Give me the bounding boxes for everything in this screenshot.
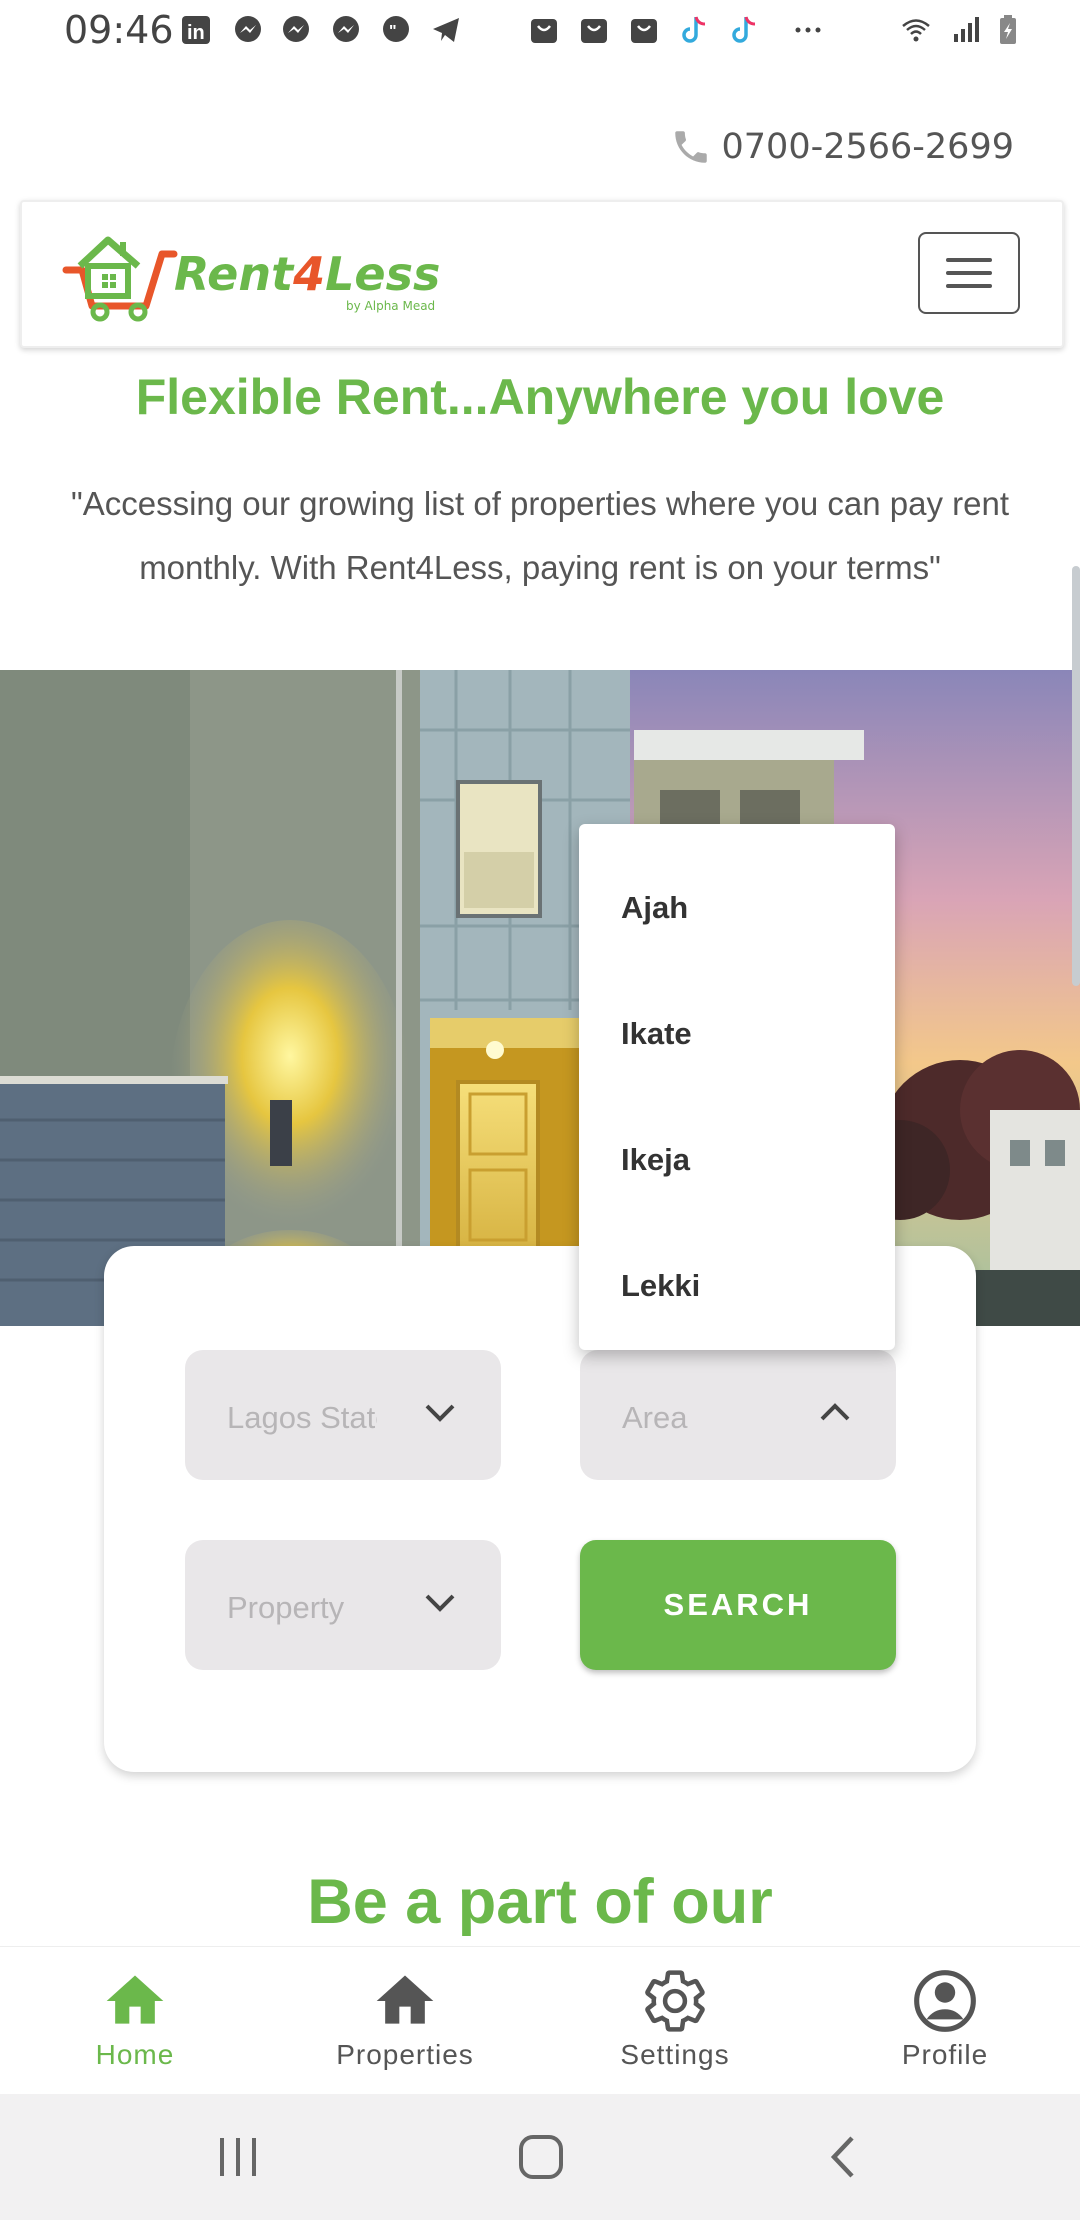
menu-button[interactable] xyxy=(918,232,1020,314)
shop-icon xyxy=(531,19,557,43)
telegram-icon xyxy=(433,18,459,42)
search-button[interactable]: SEARCH xyxy=(580,1540,896,1670)
logo-subtitle: by Alpha Mead xyxy=(346,299,435,313)
signal-icon xyxy=(954,17,979,42)
recent-apps-icon[interactable] xyxy=(216,2134,260,2180)
hero-house-image xyxy=(0,670,1080,1326)
area-dropdown-menu: Ajah Ikate Ikeja Lekki xyxy=(579,824,895,1350)
account-circle-icon xyxy=(914,1970,976,2032)
rent4less-logo[interactable]: Rent4Less by Alpha Mead xyxy=(62,226,482,322)
system-navigation-bar xyxy=(0,2094,1080,2220)
nav-label-properties: Properties xyxy=(336,2039,474,2070)
bottom-navigation: Home Properties Settings Profile xyxy=(0,1946,1080,2095)
chat-icon: " xyxy=(383,16,409,42)
state-select[interactable]: Lagos State xyxy=(185,1350,501,1480)
property-select[interactable]: Property xyxy=(185,1540,501,1670)
home-button-icon[interactable] xyxy=(518,2134,564,2180)
phone-icon xyxy=(674,131,707,163)
shop-icon xyxy=(581,19,607,43)
nav-item-properties[interactable]: Properties xyxy=(270,1947,540,2095)
contact-phone[interactable]: 0700-2566-2699 xyxy=(670,126,1014,168)
gear-icon xyxy=(645,1970,705,2032)
tiktok-icon xyxy=(682,16,706,43)
hamburger-line xyxy=(946,271,992,275)
nav-item-home[interactable]: Home xyxy=(0,1947,270,2095)
home-icon xyxy=(106,1975,164,2024)
nav-item-settings[interactable]: Settings xyxy=(540,1947,810,2095)
state-select-value: Lagos State xyxy=(227,1400,377,1435)
section-heading: Be a part of our xyxy=(307,1867,773,1937)
area-option-ikate[interactable]: Ikate xyxy=(621,1016,692,1052)
messenger-icon xyxy=(333,16,359,42)
shop-icon xyxy=(631,19,657,43)
chevron-down-icon xyxy=(425,1404,455,1422)
phone-number: 0700-2566-2699 xyxy=(721,127,1014,167)
more-icon xyxy=(795,27,821,33)
top-navbar: Rent4Less by Alpha Mead xyxy=(20,200,1064,348)
home-icon xyxy=(376,1975,434,2024)
nav-label-home: Home xyxy=(95,2039,175,2070)
linkedin-icon: in xyxy=(182,16,210,44)
wifi-icon xyxy=(902,19,930,42)
hamburger-line xyxy=(946,284,992,288)
chevron-down-icon xyxy=(425,1594,455,1612)
nav-label-settings: Settings xyxy=(620,2039,730,2070)
status-time: 09:46 xyxy=(64,8,174,52)
page-scrollbar[interactable] xyxy=(1072,566,1080,986)
messenger-icon xyxy=(235,16,261,42)
svg-text:": " xyxy=(389,23,397,40)
back-icon[interactable] xyxy=(826,2134,860,2180)
nav-item-profile[interactable]: Profile xyxy=(810,1947,1080,2095)
messenger-icon xyxy=(283,16,309,42)
tiktok-icon xyxy=(732,16,756,43)
svg-text:in: in xyxy=(187,22,205,44)
area-select-value: Area xyxy=(622,1400,688,1435)
area-select[interactable]: Area xyxy=(580,1350,896,1480)
nav-label-profile: Profile xyxy=(901,2039,989,2070)
battery-icon xyxy=(1000,15,1016,44)
hamburger-line xyxy=(946,258,992,262)
property-select-value: Property xyxy=(227,1590,345,1625)
status-bar: 09:46 in " xyxy=(0,0,1080,64)
chevron-up-icon xyxy=(820,1403,850,1421)
area-option-ajah[interactable]: Ajah xyxy=(621,890,688,926)
hero-tagline: Flexible Rent...Anywhere you love xyxy=(135,369,945,425)
hero-intro: "Accessing our growing list of propertie… xyxy=(70,485,1010,586)
area-option-lekki[interactable]: Lekki xyxy=(621,1268,700,1304)
logo-text: Rent4Less xyxy=(174,247,440,301)
area-option-ikeja[interactable]: Ikeja xyxy=(621,1142,690,1178)
